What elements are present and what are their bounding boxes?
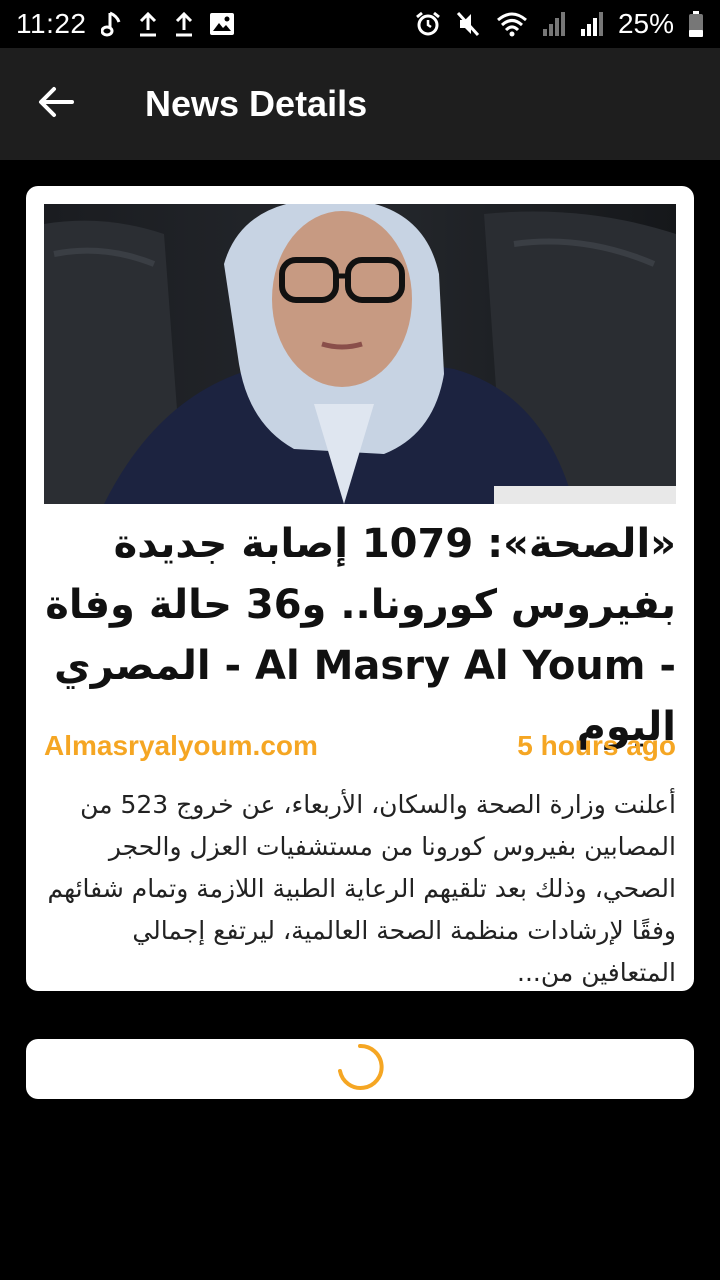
article-description: أعلنت وزارة الصحة والسكان، الأربعاء، عن … [47,790,676,987]
alarm-icon [414,10,442,38]
arrow-left-icon [38,86,74,122]
status-bar: 11:22 25% [0,0,720,48]
battery-icon [688,10,704,38]
wifi-icon [496,10,528,38]
article-title[interactable]: «الصحة»: 1079 إصابة جديدة بفيروس كورونا.… [44,514,676,758]
signal-icon [542,11,566,37]
page-title: News Details [145,83,368,124]
article-image [44,204,676,504]
source-link[interactable]: Almasryalyoum.com [44,730,318,762]
upload-icon [137,10,159,38]
image-icon [209,12,235,36]
music-note-icon [100,10,123,38]
time-ago: 5 hours ago [517,730,676,761]
mute-icon [456,10,482,38]
battery-percentage: 25% [617,8,674,39]
upload-icon [173,10,195,38]
status-time: 11:22 [16,8,87,39]
status-bar-left: 11:22 [16,8,235,40]
back-button[interactable] [28,76,84,132]
loading-spinner-icon [336,1043,384,1095]
signal-icon [580,11,604,37]
news-card: «الصحة»: 1079 إصابة جديدة بفيروس كورونا.… [26,186,694,991]
loading-card [26,1039,694,1099]
article-meta: Almasryalyoum.com 5 hours ago [44,726,676,766]
app-bar: News Details [0,48,720,160]
status-bar-right: 25% [414,8,704,40]
